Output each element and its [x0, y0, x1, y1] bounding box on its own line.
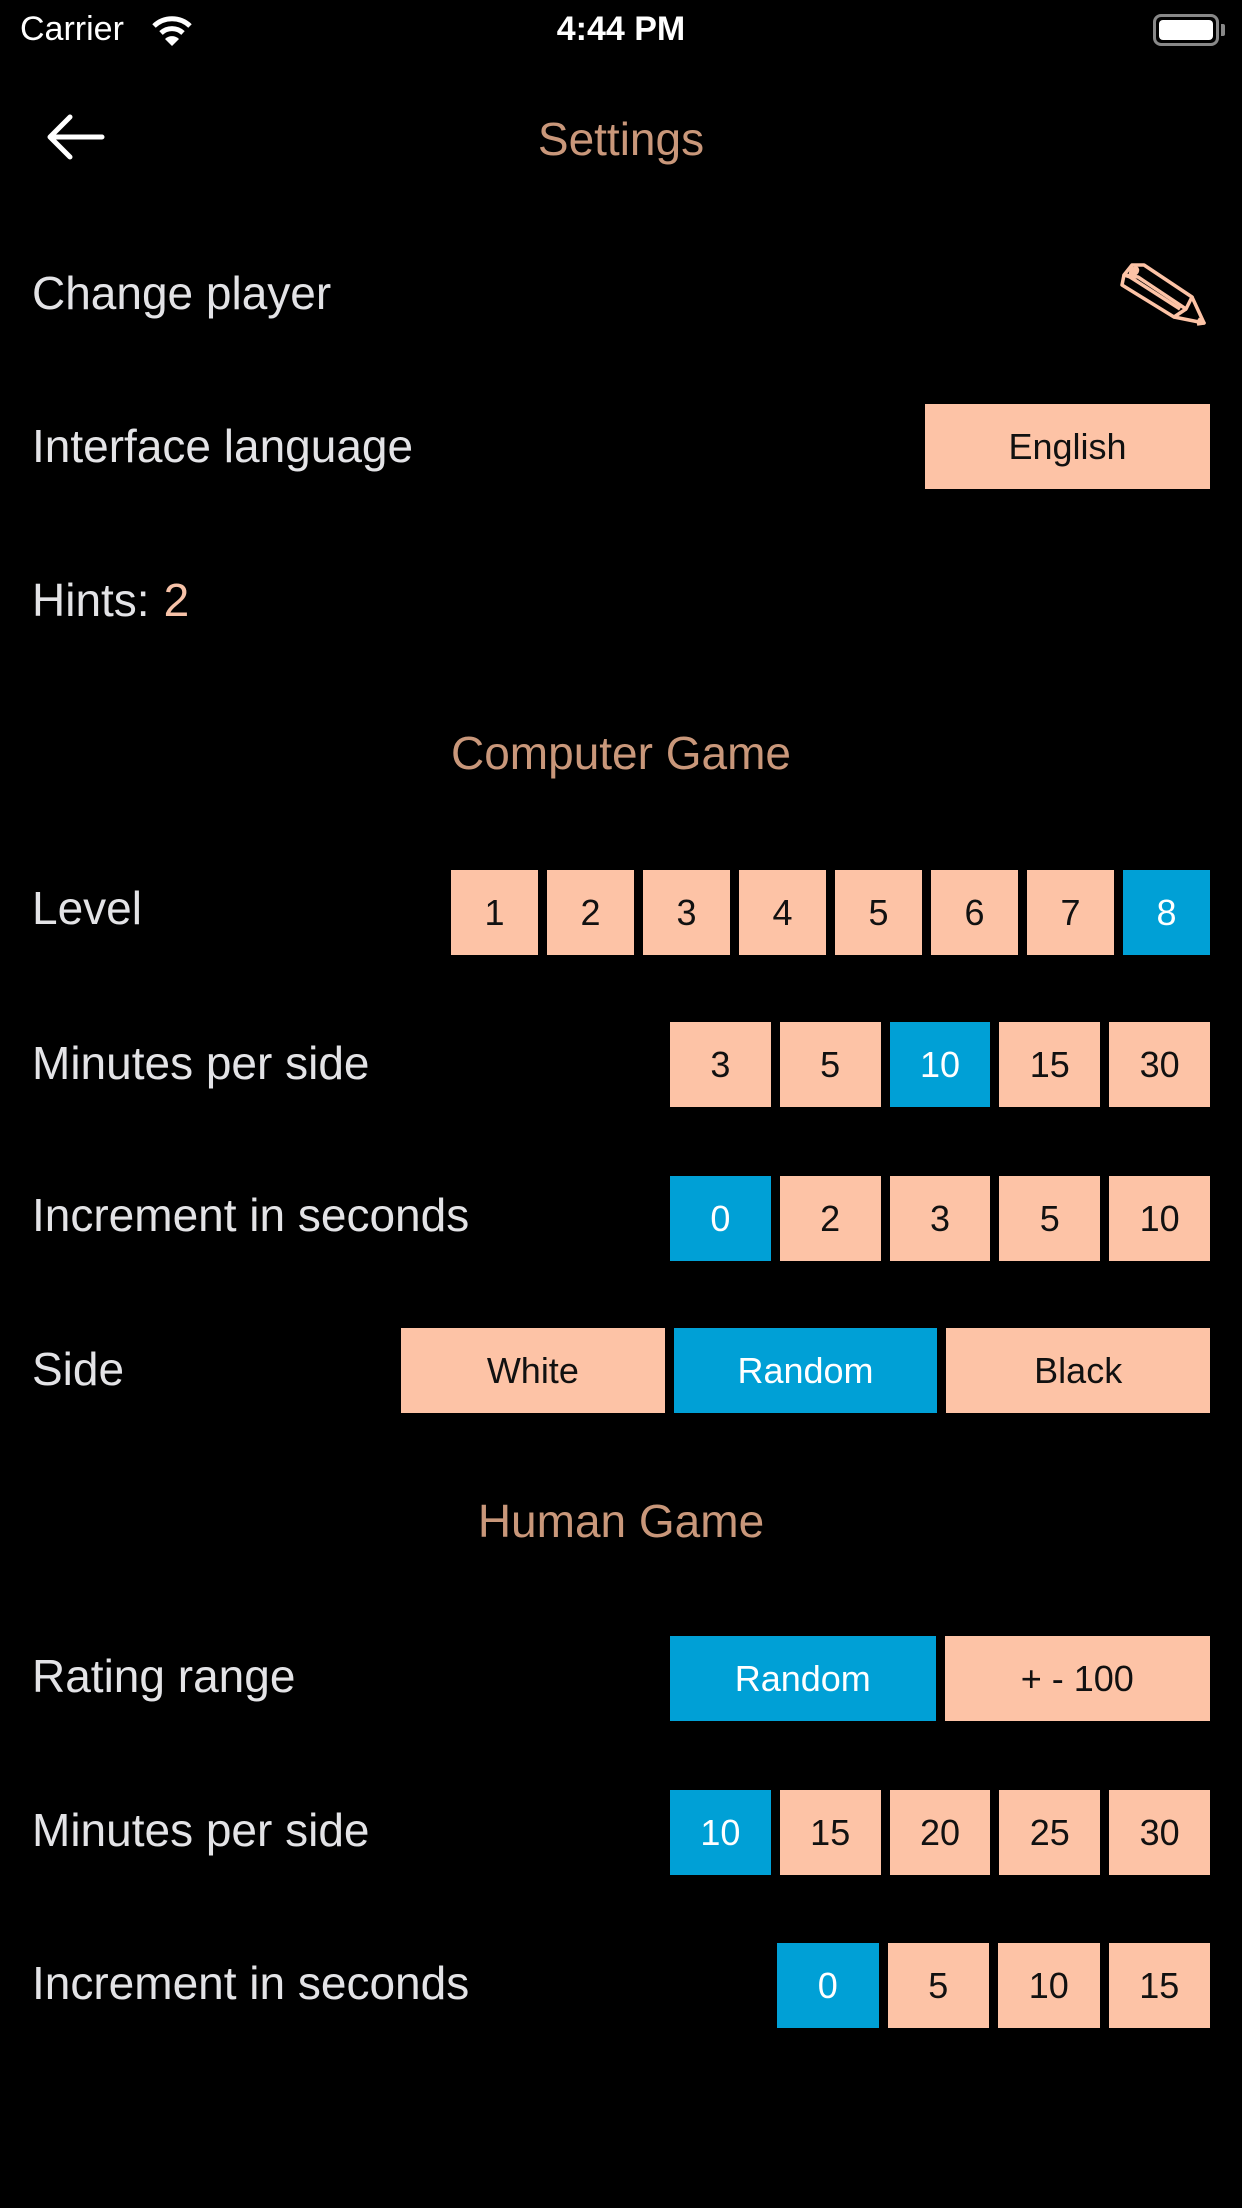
option-button[interactable]: 5 [999, 1176, 1101, 1261]
option-button[interactable]: 7 [1027, 870, 1114, 955]
option-button[interactable]: 30 [1109, 1022, 1210, 1107]
clock: 4:44 PM [556, 10, 686, 48]
option-button[interactable]: 10 [670, 1790, 771, 1875]
option-button[interactable]: 15 [999, 1022, 1101, 1107]
cg-side-selector: White Random Black [401, 1328, 1211, 1413]
cg-side-label: Side [32, 1343, 125, 1395]
language-label: Interface language [32, 420, 414, 472]
option-button[interactable]: 10 [889, 1022, 991, 1107]
change-player-label: Change player [32, 267, 332, 319]
hg-increment-selector: 0 5 10 15 [777, 1943, 1210, 2028]
option-button[interactable]: Random [670, 1636, 936, 1721]
option-button[interactable]: 30 [1109, 1790, 1210, 1875]
hints-label: Hints: [32, 574, 150, 626]
language-select-button[interactable]: English [925, 404, 1210, 489]
option-button[interactable]: 25 [999, 1790, 1101, 1875]
option-button[interactable]: 10 [998, 1943, 1100, 2028]
hg-minutes-label: Minutes per side [32, 1804, 370, 1856]
option-button[interactable]: 15 [1108, 1943, 1210, 2028]
cg-minutes-selector: 3 5 10 15 30 [670, 1022, 1210, 1107]
cg-level-label: Level [32, 882, 142, 934]
option-button[interactable]: 5 [779, 1022, 881, 1107]
option-button[interactable]: 10 [1109, 1176, 1210, 1261]
option-button[interactable]: 15 [779, 1790, 881, 1875]
hg-rating-selector: Random + - 100 [670, 1636, 1210, 1721]
option-button[interactable]: 3 [643, 870, 730, 955]
option-button[interactable]: 20 [889, 1790, 991, 1875]
human-game-heading: Human Game [477, 1495, 765, 1547]
option-button[interactable]: Random [673, 1328, 938, 1413]
option-button[interactable]: 3 [889, 1176, 991, 1261]
battery-icon [1153, 14, 1219, 46]
option-button[interactable]: 5 [887, 1943, 989, 2028]
cg-increment-label: Increment in seconds [32, 1189, 470, 1241]
status-bar: Carrier 4:44 PM [0, 0, 1242, 62]
option-button[interactable]: 5 [835, 870, 922, 955]
hg-rating-label: Rating range [32, 1650, 296, 1702]
option-button[interactable]: 8 [1123, 870, 1210, 955]
hg-increment-label: Increment in seconds [32, 1957, 470, 2009]
option-button[interactable]: 3 [670, 1022, 771, 1107]
option-button[interactable]: 6 [931, 870, 1018, 955]
option-button[interactable]: 0 [670, 1176, 771, 1261]
option-button[interactable]: White [401, 1328, 665, 1413]
cg-increment-selector: 0 2 3 5 10 [670, 1176, 1210, 1261]
option-button[interactable]: 4 [739, 870, 826, 955]
computer-game-heading: Computer Game [450, 727, 791, 779]
option-button[interactable]: 1 [451, 870, 538, 955]
hints-count: 2 [163, 574, 190, 626]
option-button[interactable]: Black [946, 1328, 1211, 1413]
option-button[interactable]: 0 [777, 1943, 879, 2028]
option-button[interactable]: + - 100 [944, 1636, 1210, 1721]
cg-level-selector: 12345678 [451, 870, 1210, 955]
option-button[interactable]: 2 [547, 870, 634, 955]
option-button[interactable]: 2 [779, 1176, 881, 1261]
cg-minutes-label: Minutes per side [32, 1037, 370, 1089]
battery-nub [1221, 24, 1225, 36]
hg-minutes-selector: 10 15 20 25 30 [670, 1790, 1210, 1875]
pencil-icon[interactable] [1112, 255, 1212, 335]
page-title: Settings [537, 113, 705, 165]
hints-row: Hints: 2 [32, 572, 189, 628]
